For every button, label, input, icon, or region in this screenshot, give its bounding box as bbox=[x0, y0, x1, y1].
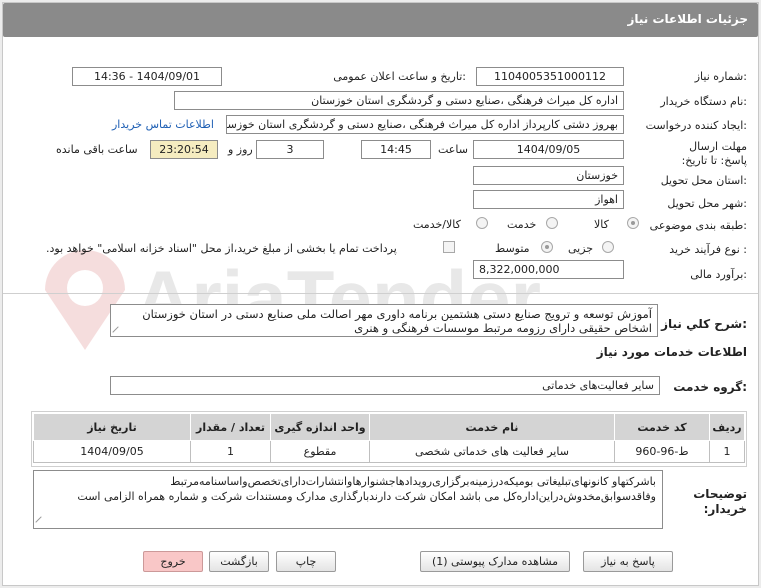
header-bar: جزئیات اطلاعات نیاز bbox=[3, 3, 758, 37]
province-label: استان محل تحویل: bbox=[660, 174, 747, 187]
attachments-button[interactable]: مشاهده مدارک پیوستی (1) bbox=[420, 551, 570, 572]
estimate-field: 8,322,000,000 bbox=[473, 260, 624, 279]
announce-field: 1404/09/01 - 14:36 bbox=[72, 67, 222, 86]
contact-buyer-link[interactable]: اطلاعات تماس خریدار bbox=[112, 118, 214, 131]
col-code: کد خدمت bbox=[614, 413, 710, 441]
province-field: خوزستان bbox=[473, 166, 624, 185]
col-row: رديف bbox=[709, 413, 745, 441]
category-both-radio[interactable] bbox=[476, 217, 488, 229]
estimate-label: برآورد مالی: bbox=[690, 268, 747, 281]
creator-field: بهروز دشتی کارپرداز اداره کل میراث فرهنگ… bbox=[226, 115, 624, 134]
col-unit: واحد اندازه گیری bbox=[270, 413, 370, 441]
cell-name: سایر فعالیت های خدماتی شخصی bbox=[369, 440, 615, 463]
col-name: نام خدمت bbox=[369, 413, 615, 441]
days-label: روز و bbox=[228, 143, 253, 156]
col-qty: تعداد / مقدار bbox=[190, 413, 271, 441]
time-label: ساعت bbox=[438, 143, 468, 156]
process-label: نوع فرآیند خرید : bbox=[669, 243, 747, 256]
col-date: تاریخ نیاز bbox=[33, 413, 191, 441]
page-title: جزئیات اطلاعات نیاز bbox=[627, 12, 748, 26]
city-label: شهر محل تحویل: bbox=[667, 197, 747, 210]
remaining-label: ساعت باقی مانده bbox=[56, 143, 138, 156]
process-medium-label: متوسط bbox=[495, 242, 530, 255]
cell-date: 1404/09/05 bbox=[33, 440, 191, 463]
notes-label: توضیحات خریدار: bbox=[693, 487, 747, 516]
city-field: اهواز bbox=[473, 190, 624, 209]
category-both-label: کالا/خدمت bbox=[413, 218, 461, 231]
service-group-label: گروه خدمت: bbox=[673, 380, 747, 394]
buyer-org-label: نام دستگاه خریدار: bbox=[660, 95, 747, 108]
remaining-time-field: 23:20:54 bbox=[150, 140, 218, 159]
service-group-field: سایر فعالیت‌های خدماتی bbox=[110, 376, 660, 395]
table-row[interactable]: 1 ط-96-960 سایر فعالیت های خدماتی شخصی م… bbox=[33, 440, 745, 463]
deadline-date-field: 1404/09/05 bbox=[473, 140, 624, 159]
payment-note: پرداخت تمام یا بخشی از مبلغ خرید،از محل … bbox=[46, 242, 397, 255]
process-minor-label: جزیی bbox=[568, 242, 594, 255]
need-number-label: شماره نیاز: bbox=[694, 70, 747, 83]
services-table: رديف کد خدمت نام خدمت واحد اندازه گیری ت… bbox=[33, 413, 745, 463]
announce-label: تاریخ و ساعت اعلان عمومی: bbox=[333, 70, 466, 83]
need-number-field: 1104005351000112 bbox=[476, 67, 624, 86]
services-section-title: اطلاعات خدمات مورد نياز bbox=[596, 345, 747, 359]
category-label: طبقه بندی موضوعی: bbox=[649, 219, 747, 232]
process-medium-radio[interactable] bbox=[541, 241, 553, 253]
table-header-row: رديف کد خدمت نام خدمت واحد اندازه گیری ت… bbox=[33, 413, 745, 441]
category-service-label: خدمت bbox=[507, 218, 537, 231]
category-goods-radio[interactable] bbox=[627, 217, 639, 229]
print-button[interactable]: چاپ bbox=[276, 551, 336, 572]
creator-label: ایجاد کننده درخواست: bbox=[645, 119, 747, 132]
cell-unit: مقطوع bbox=[270, 440, 370, 463]
exit-button[interactable]: خروج bbox=[143, 551, 203, 572]
category-service-radio[interactable] bbox=[546, 217, 558, 229]
description-label: شرح کلي نياز: bbox=[661, 317, 747, 331]
cell-qty: 1 bbox=[190, 440, 271, 463]
description-textarea[interactable]: آموزش توسعه و ترویج صنایع دستی هشتمین بر… bbox=[110, 304, 658, 337]
respond-button[interactable]: پاسخ به نیاز bbox=[583, 551, 673, 572]
back-button[interactable]: بازگشت bbox=[209, 551, 269, 572]
buyer-org-field: اداره کل میراث فرهنگی ،صنایع دستی و گردش… bbox=[174, 91, 624, 110]
cell-row: 1 bbox=[709, 440, 745, 463]
process-minor-radio[interactable] bbox=[602, 241, 614, 253]
cell-code: ط-96-960 bbox=[614, 440, 710, 463]
payment-treasury-checkbox[interactable] bbox=[443, 241, 455, 253]
notes-textarea[interactable]: باشرکتهاو کانونهای‌تبلیغاتی بومیکه‌درزمی… bbox=[33, 470, 663, 529]
days-field: 3 bbox=[256, 140, 324, 159]
deadline-label: مهلت ارسال پاسخ: تا تاریخ: bbox=[681, 140, 747, 167]
divider bbox=[3, 293, 758, 294]
category-goods-label: کالا bbox=[594, 218, 609, 231]
deadline-time-field: 14:45 bbox=[361, 140, 431, 159]
